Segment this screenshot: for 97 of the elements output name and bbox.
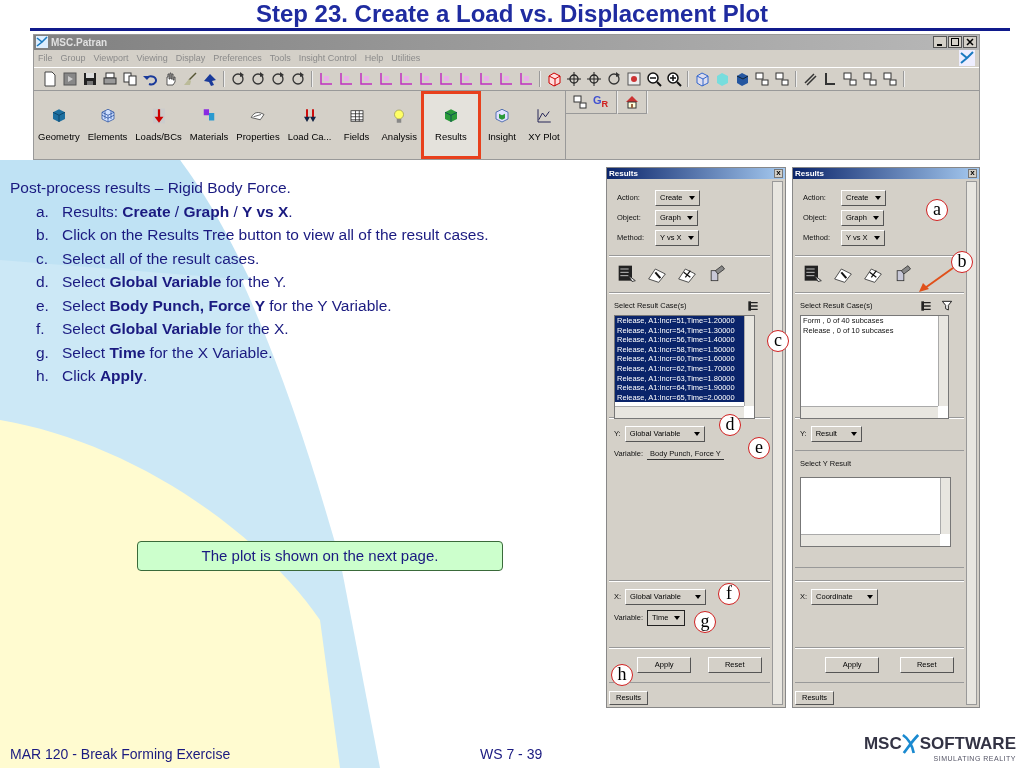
panel-title: Results bbox=[609, 169, 638, 178]
step-marker: g. bbox=[36, 344, 50, 363]
scrollbar[interactable] bbox=[772, 181, 783, 705]
step-text: Click on the Results Tree button to view all of the result cases. bbox=[62, 226, 489, 246]
target-icon[interactable] bbox=[626, 70, 642, 87]
step-marker: a. bbox=[36, 203, 50, 222]
chart-icon bbox=[534, 107, 553, 126]
cube-icon[interactable] bbox=[546, 70, 562, 87]
app-button[interactable]: Analysis bbox=[377, 90, 421, 159]
home-icon[interactable] bbox=[624, 93, 641, 110]
swoosh-icon bbox=[901, 733, 920, 755]
windows-icon[interactable] bbox=[862, 70, 878, 87]
tree-icon[interactable] bbox=[747, 300, 759, 312]
caret-icon bbox=[866, 595, 873, 599]
logo-text: MSC bbox=[863, 734, 902, 754]
slide-title: Step 23. Create a Load vs. Displacement Plot bbox=[254, 2, 770, 26]
caret-icon bbox=[686, 216, 693, 220]
maximize-button[interactable] bbox=[948, 36, 962, 49]
app-button[interactable]: XY Plot bbox=[522, 90, 565, 159]
crosshair-icon[interactable] bbox=[586, 70, 602, 87]
step-text: Select all of the result cases. bbox=[62, 250, 260, 269]
windows-icon[interactable] bbox=[571, 93, 588, 110]
window-title: MSC.Patran bbox=[51, 36, 108, 48]
tree-icon[interactable] bbox=[920, 300, 932, 312]
scrollbar[interactable] bbox=[801, 406, 938, 418]
app-logo-icon bbox=[36, 36, 48, 49]
logo-text: SOFTWARE bbox=[919, 734, 1016, 754]
scrollbar[interactable] bbox=[938, 316, 948, 406]
close-button[interactable]: x bbox=[968, 169, 977, 178]
crosshair-icon[interactable] bbox=[566, 70, 582, 87]
rotate-icon[interactable] bbox=[606, 70, 622, 87]
rotate-icon[interactable] bbox=[290, 70, 306, 87]
panel-title: Results bbox=[795, 169, 824, 178]
minimize-button[interactable] bbox=[933, 36, 947, 49]
step-text: Select Time for the X Variable. bbox=[62, 344, 273, 363]
cube-icon[interactable] bbox=[734, 70, 750, 87]
caret-icon bbox=[694, 432, 701, 436]
step-marker: h. bbox=[36, 367, 50, 387]
scrollbar[interactable] bbox=[615, 406, 744, 418]
step-text: Select Body Punch, Force Y for the Y Variable. bbox=[62, 297, 392, 316]
scrollbar[interactable] bbox=[801, 534, 940, 546]
group-button[interactable]: G$_{R}$ bbox=[590, 94, 611, 110]
scrollbar[interactable] bbox=[966, 181, 977, 705]
caret-icon bbox=[688, 196, 695, 200]
page-number: WS 7 - 39 bbox=[480, 746, 543, 762]
caret-icon bbox=[694, 595, 701, 599]
app-button[interactable]: Results bbox=[420, 90, 481, 159]
app-button[interactable]: Loads/BCs bbox=[131, 90, 186, 159]
caret-icon bbox=[674, 616, 681, 620]
app-logo-icon bbox=[959, 50, 975, 67]
step-text: Results: Create / Graph / Y vs X. bbox=[62, 203, 293, 222]
app-button[interactable]: Properties bbox=[232, 90, 284, 159]
broom-icon[interactable] bbox=[182, 70, 198, 87]
windows-icon[interactable] bbox=[882, 70, 898, 87]
app-button[interactable]: Fields bbox=[335, 90, 378, 159]
step-marker: e. bbox=[36, 297, 50, 316]
lines-icon[interactable] bbox=[802, 70, 818, 87]
app-button[interactable]: Materials bbox=[185, 90, 233, 159]
copy-icon[interactable] bbox=[122, 70, 138, 87]
footer-text: MAR 120 - Break Forming Exercise bbox=[10, 746, 232, 762]
app-button[interactable]: Insight bbox=[480, 90, 523, 159]
step-marker: f. bbox=[36, 320, 46, 340]
instruction-text: Post-process results – Rigid Body Force. bbox=[10, 179, 292, 197]
windows-icon[interactable] bbox=[774, 70, 790, 87]
filter-icon[interactable] bbox=[941, 300, 953, 312]
list-icon[interactable] bbox=[617, 264, 637, 284]
windows-icon[interactable] bbox=[754, 70, 770, 87]
caret-icon bbox=[874, 196, 881, 200]
scrollbar[interactable] bbox=[940, 478, 950, 534]
zoom-in-icon[interactable] bbox=[666, 70, 682, 87]
save-icon[interactable] bbox=[82, 70, 98, 87]
close-button[interactable]: x bbox=[774, 169, 783, 178]
list-icon[interactable] bbox=[803, 264, 823, 284]
step-text: Select Global Variable for the Y. bbox=[62, 273, 287, 293]
zoom-out-icon[interactable] bbox=[646, 70, 662, 87]
app-button[interactable]: Load Ca... bbox=[283, 90, 336, 159]
app-button[interactable]: Elements bbox=[83, 90, 132, 159]
scrollbar[interactable] bbox=[744, 316, 754, 406]
step-marker: c. bbox=[36, 250, 50, 269]
step-text: Select Global Variable for the X. bbox=[62, 320, 289, 340]
page-icon[interactable] bbox=[42, 70, 58, 87]
step-marker: d. bbox=[36, 273, 50, 293]
app-button[interactable]: Geometry bbox=[34, 90, 84, 159]
caret-icon bbox=[873, 236, 880, 240]
rotate-icon[interactable] bbox=[230, 70, 246, 87]
step-marker: b. bbox=[36, 226, 50, 246]
rotate-icon[interactable] bbox=[270, 70, 286, 87]
rotate-icon[interactable] bbox=[250, 70, 266, 87]
step-text: Click Apply. bbox=[62, 367, 148, 387]
corner-icon[interactable] bbox=[822, 70, 838, 87]
caret-icon bbox=[687, 236, 694, 240]
windows-icon[interactable] bbox=[842, 70, 858, 87]
printer-icon[interactable] bbox=[102, 70, 118, 87]
note-box: The plot is shown on the next page. bbox=[137, 541, 503, 571]
caret-icon bbox=[850, 432, 857, 436]
close-button[interactable] bbox=[963, 36, 977, 49]
caret-icon bbox=[872, 216, 879, 220]
